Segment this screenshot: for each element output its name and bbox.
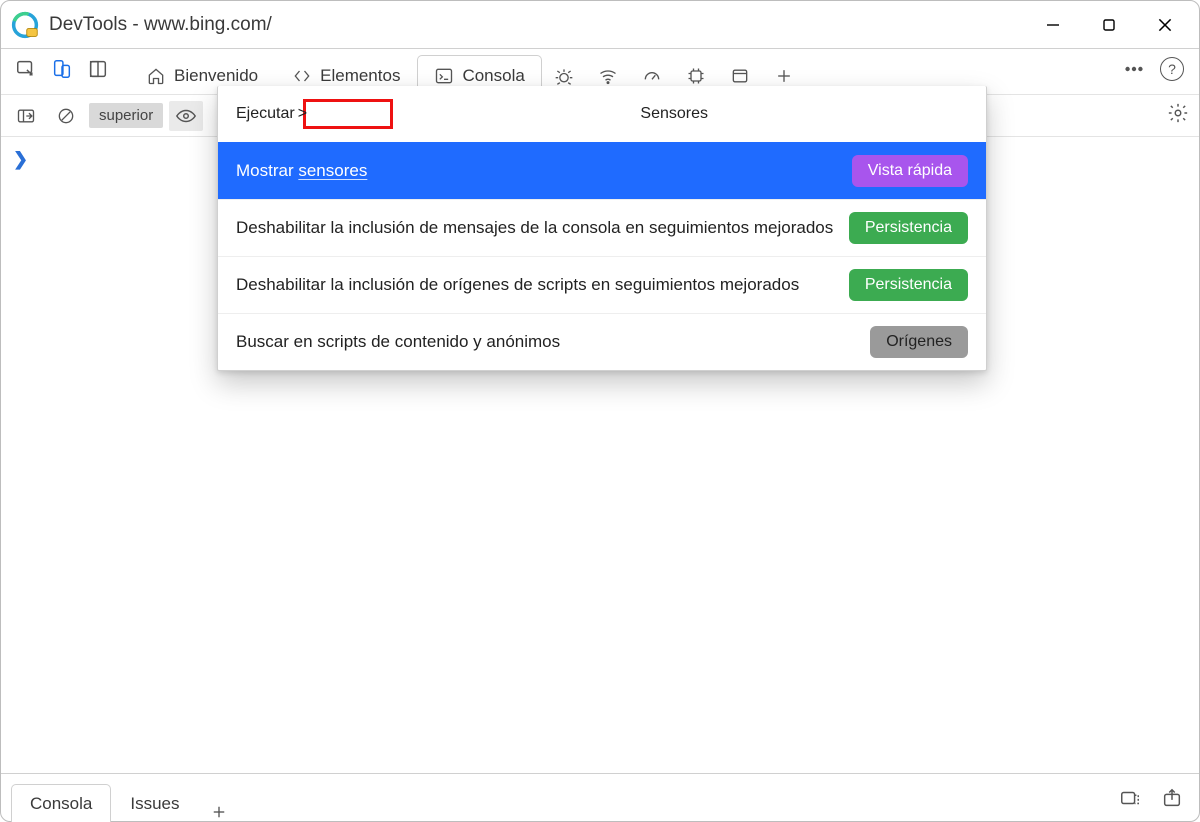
- palette-item-badge: Vista rápida: [852, 155, 968, 187]
- chip-icon: [686, 66, 706, 86]
- palette-caret-icon: >: [298, 105, 307, 123]
- tab-elements-label: Elementos: [320, 66, 400, 86]
- device-mode-buttons: [9, 54, 115, 94]
- drawer-tab-issues-label: Issues: [130, 794, 179, 814]
- palette-item-label-pre: Mostrar: [236, 161, 298, 180]
- palette-item-badge: Persistencia: [849, 212, 968, 244]
- device-emulation-button[interactable]: [45, 54, 79, 84]
- help-button[interactable]: ?: [1155, 52, 1189, 86]
- palette-item-badge: Orígenes: [870, 326, 968, 358]
- bug-icon: [554, 66, 574, 86]
- window-minimize-button[interactable]: [1025, 1, 1081, 49]
- tabstrip-right: ?: [1117, 52, 1199, 94]
- console-icon: [434, 66, 454, 86]
- live-expressions-button[interactable]: [169, 101, 203, 131]
- drawer-export-button[interactable]: [1155, 783, 1189, 813]
- palette-item[interactable]: Deshabilitar la inclusión de orígenes de…: [218, 256, 986, 313]
- drawer-tabstrip: Consola Issues: [1, 773, 1199, 821]
- inspect-element-button[interactable]: [9, 54, 43, 84]
- palette-item[interactable]: Mostrar sensores Vista rápida: [218, 142, 986, 199]
- drawer-add-tab-button[interactable]: [199, 803, 239, 821]
- wifi-icon: [598, 66, 618, 86]
- window-maximize-button[interactable]: [1081, 1, 1137, 49]
- palette-item-label: Deshabilitar la inclusión de mensajes de…: [236, 218, 833, 238]
- eye-icon: [175, 105, 197, 127]
- home-icon: [146, 66, 166, 86]
- devtools-app-icon: [11, 11, 39, 39]
- drawer-computed-button[interactable]: [1113, 783, 1147, 813]
- tab-console-label: Consola: [462, 66, 524, 86]
- application-icon: [730, 66, 750, 86]
- computed-icon: [1119, 787, 1141, 809]
- palette-input[interactable]: >: [303, 99, 393, 129]
- tab-welcome-label: Bienvenido: [174, 66, 258, 86]
- dots-icon: [1123, 58, 1145, 80]
- sidebar-icon: [16, 106, 36, 126]
- palette-run-label: Ejecutar: [236, 105, 295, 123]
- palette-item[interactable]: Buscar en scripts de contenido y anónimo…: [218, 313, 986, 370]
- toggle-sidebar-button[interactable]: [9, 101, 43, 131]
- palette-item-label: Deshabilitar la inclusión de orígenes de…: [236, 275, 799, 295]
- prompt-caret-icon: ❯: [13, 149, 28, 170]
- execution-context-selector[interactable]: superior: [89, 103, 163, 128]
- palette-item[interactable]: Deshabilitar la inclusión de mensajes de…: [218, 199, 986, 256]
- code-icon: [292, 66, 312, 86]
- palette-item-badge: Persistencia: [849, 269, 968, 301]
- palette-list: Mostrar sensores Vista rápida Deshabilit…: [218, 142, 986, 370]
- palette-query: Sensores: [640, 105, 708, 123]
- window-close-button[interactable]: [1137, 1, 1193, 49]
- gear-icon: [1167, 102, 1189, 124]
- plus-icon: [210, 803, 228, 821]
- plus-icon: [774, 66, 794, 86]
- drawer-tab-console-label: Consola: [30, 794, 92, 814]
- drawer-right-buttons: [1113, 783, 1189, 821]
- palette-item-label: Buscar en scripts de contenido y anónimo…: [236, 332, 560, 352]
- window-title: DevTools - www.bing.com/: [49, 14, 272, 36]
- command-palette: Ejecutar > Sensores Mostrar sensores Vis…: [217, 86, 987, 371]
- palette-item-label-match: sensores: [298, 161, 367, 180]
- export-icon: [1161, 787, 1183, 809]
- console-settings-button[interactable]: [1167, 102, 1189, 129]
- drawer-tab-issues[interactable]: Issues: [111, 784, 198, 822]
- more-tools-button[interactable]: [1117, 52, 1151, 86]
- gauge-icon: [642, 66, 662, 86]
- drawer-tab-console[interactable]: Consola: [11, 784, 111, 822]
- window-titlebar: DevTools - www.bing.com/: [1, 1, 1199, 49]
- drawer-tabs: Consola Issues: [11, 774, 239, 821]
- window-controls: [1025, 1, 1193, 49]
- help-icon: ?: [1160, 57, 1184, 81]
- command-palette-header: Ejecutar > Sensores: [218, 86, 986, 142]
- clear-console-button[interactable]: [49, 101, 83, 131]
- palette-item-label: Mostrar sensores: [236, 161, 367, 181]
- screencast-button[interactable]: [81, 54, 115, 84]
- clear-icon: [56, 106, 76, 126]
